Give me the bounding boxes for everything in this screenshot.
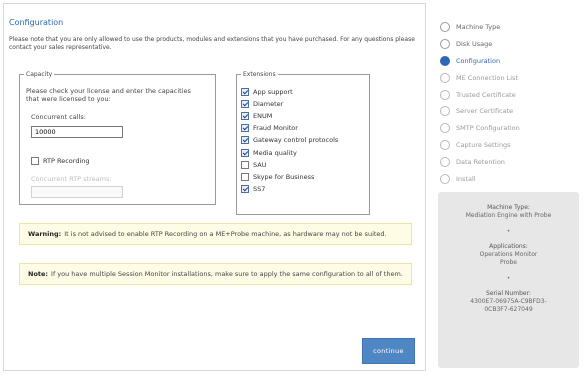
- step-circle-icon: [440, 55, 450, 66]
- capacity-legend: Capacity: [26, 71, 53, 78]
- step-label: Trusted Certificate: [456, 90, 516, 99]
- extension-label: Skype for Business: [253, 172, 315, 181]
- intro-text: Please note that you are only allowed to…: [9, 36, 415, 51]
- step-disk-usage[interactable]: Disk Usage: [440, 36, 520, 53]
- extension-checkbox[interactable]: [241, 160, 249, 169]
- step-circle-icon: [440, 106, 450, 117]
- step-label: Data Retention: [456, 157, 505, 166]
- step-circle-icon: [440, 39, 450, 50]
- extension-label: ENUM: [253, 112, 273, 121]
- extension-item[interactable]: Fraud Monitor: [241, 122, 338, 134]
- applications-label: Applications:: [489, 243, 528, 250]
- warning-prefix: Warning:: [28, 230, 62, 238]
- rtp-recording-toggle[interactable]: RTP Recording: [31, 157, 90, 165]
- step-label: Configuration: [456, 56, 501, 65]
- configuration-panel: Configuration Please note that you are o…: [3, 3, 426, 371]
- extensions-fieldset: Extensions App support Diameter ENUM Fra…: [236, 71, 370, 215]
- warning-banner: Warning: It is not advised to enable RTP…: [19, 223, 412, 245]
- step-machine-type[interactable]: Machine Type: [440, 19, 520, 36]
- extension-checkbox[interactable]: [241, 148, 249, 157]
- continue-button[interactable]: continue: [362, 338, 415, 364]
- machine-type-label: Machine Type:: [487, 204, 530, 211]
- extension-checkbox[interactable]: [241, 88, 249, 97]
- extensions-list: App support Diameter ENUM Fraud Monitor …: [241, 86, 338, 195]
- step-capture-settings[interactable]: Capture Settings: [440, 137, 520, 154]
- extension-item[interactable]: ENUM: [241, 110, 338, 122]
- extension-item[interactable]: Skype for Business: [241, 171, 338, 183]
- extension-checkbox[interactable]: [241, 136, 249, 145]
- extension-item[interactable]: Media quality: [241, 146, 338, 158]
- extensions-legend: Extensions: [243, 71, 276, 78]
- extension-item[interactable]: SAU: [241, 159, 338, 171]
- page-title: Configuration: [9, 18, 64, 27]
- extension-label: SAU: [253, 160, 267, 169]
- application-item: Probe: [499, 259, 518, 266]
- step-install[interactable]: Install: [440, 170, 520, 187]
- extension-label: Diameter: [253, 100, 284, 109]
- application-item: Operations Monitor: [479, 251, 538, 258]
- serial-number-line: 4300E7-06975A-C9BFD3-: [470, 298, 547, 305]
- extension-item[interactable]: Gateway control protocols: [241, 134, 338, 146]
- step-label: Install: [456, 174, 476, 183]
- extension-item[interactable]: Diameter: [241, 98, 338, 110]
- step-label: SMTP Configuration: [456, 124, 520, 133]
- info-separator: •: [506, 228, 511, 235]
- concurrent-rtp-streams-input: [31, 186, 123, 198]
- extension-label: SS7: [253, 184, 266, 193]
- info-separator: •: [506, 275, 511, 282]
- note-prefix: Note:: [28, 270, 49, 278]
- machine-type-value: Mediation Engine with Probe: [465, 212, 552, 219]
- step-label: Machine Type: [456, 23, 501, 32]
- step-circle-icon: [440, 123, 450, 134]
- step-circle-icon: [440, 156, 450, 167]
- step-circle-icon: [440, 139, 450, 150]
- extension-item[interactable]: SS7: [241, 183, 338, 195]
- extension-label: Fraud Monitor: [253, 124, 298, 133]
- serial-number-line: 0CB3F7-627049: [484, 306, 533, 313]
- step-data-retention[interactable]: Data Retention: [440, 153, 520, 170]
- step-label: Capture Settings: [456, 140, 511, 149]
- step-circle-icon: [440, 72, 450, 83]
- extension-checkbox[interactable]: [241, 112, 249, 121]
- note-text: If you have multiple Session Monitor ins…: [51, 270, 403, 278]
- step-label: ME Connection List: [456, 73, 518, 82]
- extension-label: App support: [253, 88, 293, 97]
- step-smtp-configuration[interactable]: SMTP Configuration: [440, 120, 520, 137]
- extension-label: Gateway control protocols: [253, 136, 339, 145]
- extension-checkbox[interactable]: [241, 100, 249, 109]
- step-server-certificate[interactable]: Server Certificate: [440, 103, 520, 120]
- machine-info-panel: Machine Type: Mediation Engine with Prob…: [438, 192, 579, 368]
- step-label: Server Certificate: [456, 107, 514, 116]
- extension-checkbox[interactable]: [241, 172, 249, 181]
- capacity-fieldset: Capacity Please check your license and e…: [19, 71, 216, 205]
- step-trusted-certificate[interactable]: Trusted Certificate: [440, 86, 520, 103]
- step-circle-icon: [440, 22, 450, 33]
- extension-label: Media quality: [253, 148, 297, 157]
- rtp-recording-checkbox[interactable]: [31, 157, 39, 165]
- capacity-description: Please check your license and enter the …: [26, 87, 191, 103]
- warning-text: It is not advised to enable RTP Recordin…: [64, 230, 387, 238]
- concurrent-calls-label: Concurrent calls:: [31, 113, 86, 121]
- extension-item[interactable]: App support: [241, 86, 338, 98]
- rtp-recording-label: RTP Recording: [43, 157, 90, 165]
- note-banner: Note: If you have multiple Session Monit…: [19, 263, 412, 285]
- extension-checkbox[interactable]: [241, 184, 249, 193]
- step-configuration[interactable]: Configuration: [440, 53, 520, 70]
- serial-number-label: Serial Number:: [486, 290, 531, 297]
- step-label: Disk Usage: [456, 40, 493, 49]
- concurrent-rtp-streams-label: Concurrent RTP streams:: [31, 175, 112, 183]
- extension-checkbox[interactable]: [241, 124, 249, 133]
- step-me-connection-list[interactable]: ME Connection List: [440, 69, 520, 86]
- concurrent-calls-input[interactable]: [31, 126, 123, 138]
- step-circle-icon: [440, 89, 450, 100]
- step-circle-icon: [440, 173, 450, 184]
- wizard-steps: Machine Type Disk Usage Configuration ME…: [440, 19, 520, 187]
